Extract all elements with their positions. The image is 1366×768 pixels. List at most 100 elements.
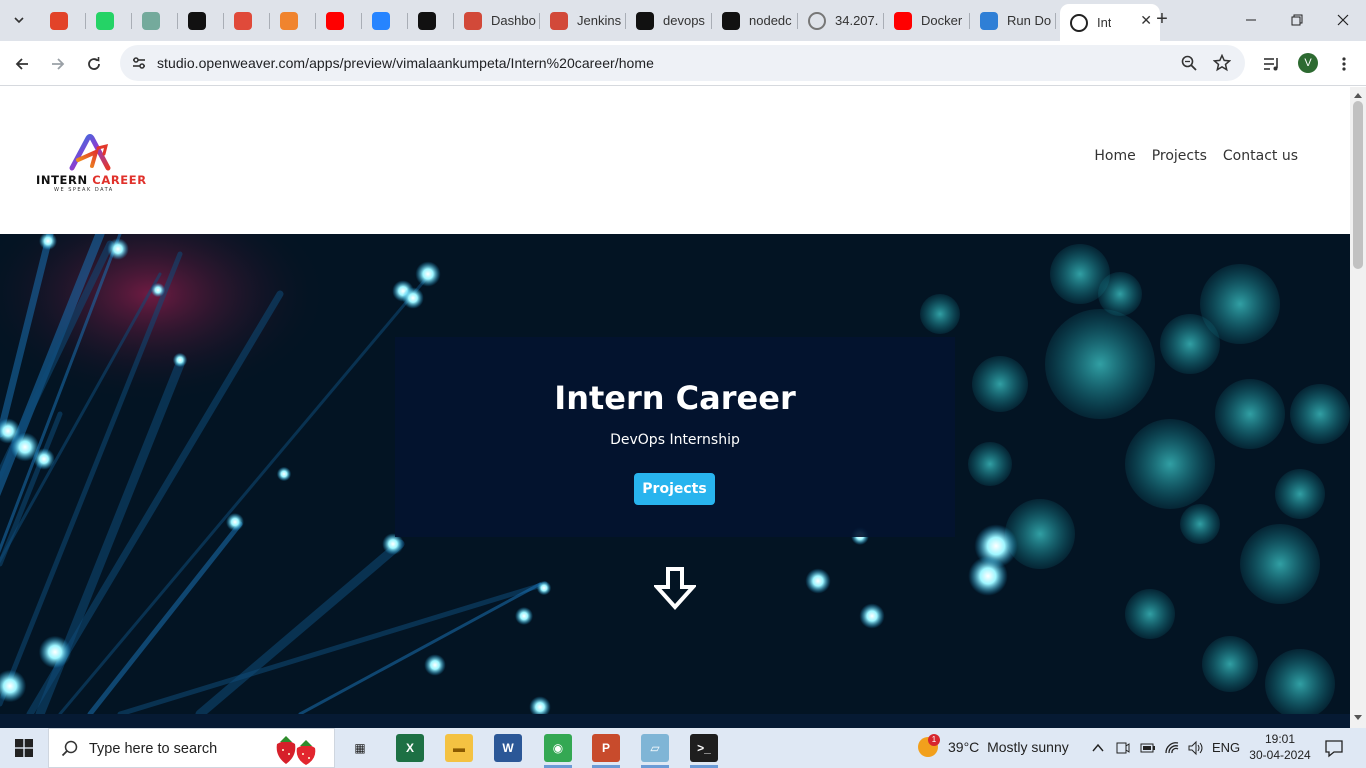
light-point [515,607,533,625]
media-queue-icon [1264,58,1278,71]
weather-widget[interactable]: 1 39°C Mostly sunny [918,734,1069,757]
browser-tab[interactable]: Jenkins [540,4,626,37]
browser-tab[interactable]: Dashbo [454,4,540,37]
search-placeholder: Type here to search [89,741,218,757]
volume-icon[interactable] [1187,740,1205,756]
browser-menu-button[interactable] [1329,49,1359,79]
scroll-down-icon[interactable] [1354,715,1362,720]
language-indicator[interactable]: ENG [1212,740,1240,755]
browser-tab[interactable] [132,4,178,37]
bokeh-light [1125,419,1215,509]
site-header: INTERN CAREER WE SPEAK DATA Home Project… [0,87,1350,234]
globe-icon [1070,13,1088,32]
minimize-button[interactable] [1228,0,1274,40]
browser-tab[interactable] [408,4,454,37]
minimize-icon [1246,19,1256,21]
address-bar[interactable]: studio.openweaver.com/apps/preview/vimal… [120,45,1245,81]
taskbar-search[interactable]: Type here to search [48,728,335,768]
github-icon [722,11,740,30]
weather-temp: 39°C [948,739,980,755]
light-point [805,568,831,594]
restore-button[interactable] [1274,0,1320,40]
light-point [424,654,446,676]
page-scrollbar[interactable] [1350,87,1366,728]
media-control-button[interactable] [1257,49,1287,79]
reload-button[interactable] [79,49,109,79]
notifications-icon[interactable] [1324,738,1344,758]
jenkins-icon [550,11,568,30]
meet-now-icon[interactable] [1116,740,1130,756]
page-viewport: INTERN CAREER WE SPEAK DATA Home Project… [0,87,1350,714]
nav-home-link[interactable]: Home [1094,148,1135,164]
nav-projects-link[interactable]: Projects [1152,148,1207,164]
light-point [33,448,55,470]
confluence-icon [372,11,390,30]
scroll-down-arrow-icon[interactable] [654,567,696,611]
tab-search-menu-button[interactable] [6,8,32,32]
wifi-icon[interactable] [1164,740,1180,756]
whatsapp-icon [96,11,114,30]
new-tab-button[interactable]: + [1150,8,1174,32]
arrow-left-icon [15,58,28,70]
task-view-icon[interactable]: ▦ [346,734,374,762]
browser-tab[interactable] [86,4,132,37]
browser-tab[interactable]: Int ✕ [1060,4,1160,41]
github-icon [188,11,206,30]
projects-button[interactable]: Projects [634,473,715,505]
browser-tab[interactable] [224,4,270,37]
scroll-up-icon[interactable] [1354,93,1362,98]
nav-contact-link[interactable]: Contact us [1223,148,1298,164]
chrome-icon[interactable]: ◉ [544,734,572,762]
browser-tab[interactable]: Run Do [970,4,1056,37]
browser-tab[interactable]: 34.207. [798,4,884,37]
browser-tab[interactable] [316,4,362,37]
browser-tab[interactable] [178,4,224,37]
word-icon[interactable]: W [494,734,522,762]
zoom-icon [1181,55,1197,71]
file-explorer-icon[interactable]: ▬ [445,734,473,762]
app-icon[interactable]: ▱ [641,734,669,762]
bokeh-light [1290,384,1350,444]
tab-title: Docker [921,13,963,28]
light-point [226,513,244,531]
site-logo[interactable]: INTERN CAREER WE SPEAK DATA [36,132,147,193]
taskbar-clock[interactable]: 19:01 30-04-2024 [1248,731,1312,763]
start-button[interactable] [0,728,48,768]
battery-icon[interactable] [1140,741,1156,755]
back-button[interactable] [7,49,37,79]
close-window-button[interactable] [1320,0,1366,40]
browser-tab[interactable] [270,4,316,37]
browser-tab[interactable] [40,4,86,37]
chevron-up-icon[interactable] [1091,741,1105,755]
restore-icon [1291,14,1303,26]
light-point [107,238,129,260]
page-footer-strip [0,714,1350,728]
forward-button[interactable] [43,49,73,79]
tab-title: nodedc [749,13,792,28]
site-info-icon[interactable] [130,54,148,72]
tab-title: devops [663,13,705,28]
logo-wordmark: INTERN CAREER [36,173,147,187]
url-text[interactable]: studio.openweaver.com/apps/preview/vimal… [157,55,654,71]
browser-tab[interactable]: Docker [884,4,970,37]
clock-time: 19:01 [1264,732,1296,746]
profile-avatar[interactable]: V [1298,53,1318,73]
zoom-button[interactable] [1179,53,1199,73]
powerpoint-icon[interactable]: P [592,734,620,762]
search-icon [61,740,78,757]
browser-tab[interactable]: devops [626,4,712,37]
bokeh-light [1215,379,1285,449]
scroll-thumb[interactable] [1353,101,1363,269]
terminal-icon[interactable]: >_ [690,734,718,762]
github-icon [418,11,436,30]
browser-tab[interactable]: nodedc [712,4,798,37]
bokeh-light [1240,524,1320,604]
bokeh-light [1160,314,1220,374]
globe-icon [808,11,826,30]
bookmark-button[interactable] [1212,53,1232,73]
pen-icon [234,11,252,30]
hero-card: Intern Career DevOps Internship Projects [395,337,955,537]
chevron-down-icon [14,17,24,24]
browser-tab[interactable] [362,4,408,37]
excel-icon[interactable]: X [396,734,424,762]
